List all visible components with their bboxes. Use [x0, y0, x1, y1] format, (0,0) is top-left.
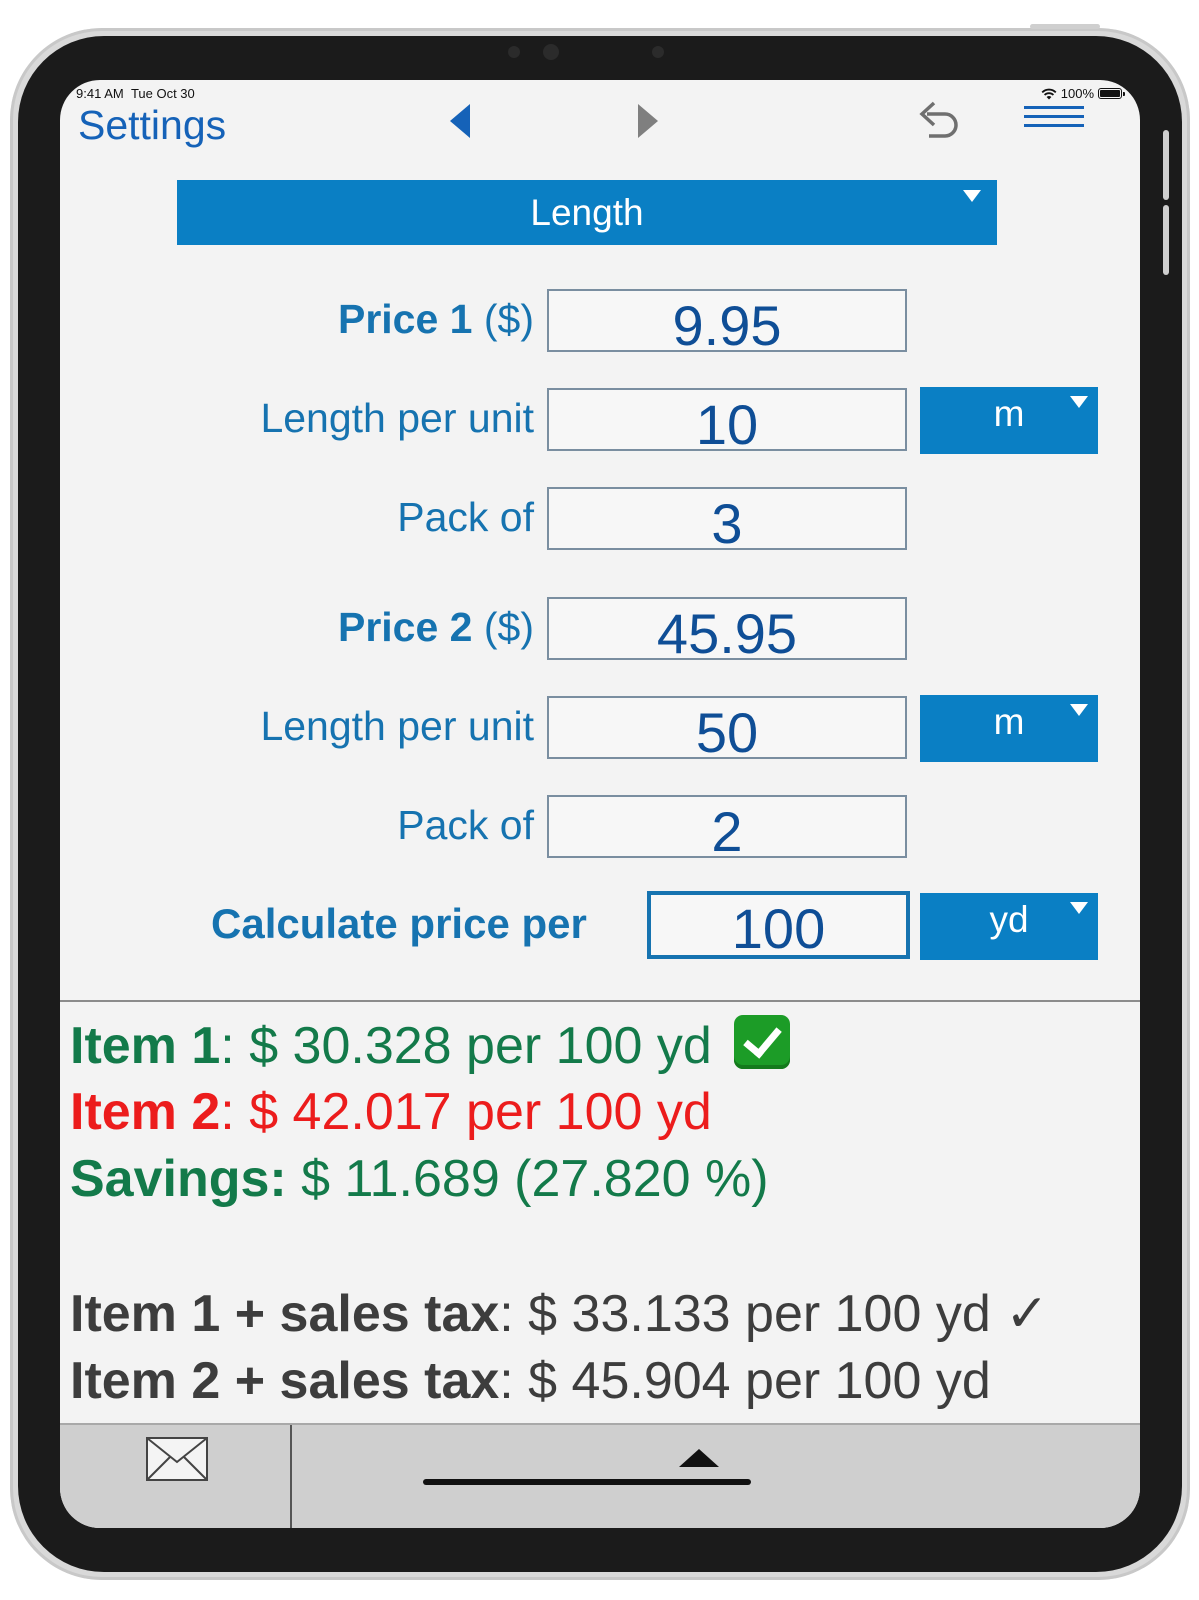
- item-1-result-value: : $ 30.328 per 100 yd: [220, 1017, 712, 1075]
- expand-up-icon[interactable]: [679, 1449, 719, 1467]
- calculate-price-per-field[interactable]: 100: [647, 891, 910, 960]
- pack-of-2-field[interactable]: 2: [547, 795, 907, 863]
- bottom-toolbar: [60, 1423, 1140, 1528]
- savings-result: Savings: $ 11.689 (27.820 %): [70, 1149, 769, 1209]
- price-1-field[interactable]: 9.95: [547, 289, 907, 357]
- side-button: [1163, 205, 1169, 275]
- length-per-unit-1-label: Length per unit: [260, 395, 534, 441]
- length-unit-2-dropdown[interactable]: m: [920, 695, 1098, 762]
- undo-icon[interactable]: [915, 98, 961, 142]
- home-indicator[interactable]: [423, 1479, 751, 1485]
- camera-dot: [508, 46, 520, 58]
- settings-button[interactable]: Settings: [78, 102, 226, 149]
- item-2-tax-value: : $ 45.904 per 100 yd: [499, 1352, 991, 1410]
- item-2-result: Item 2: $ 42.017 per 100 yd: [70, 1082, 712, 1142]
- pack-of-2-label: Pack of: [397, 802, 534, 848]
- best-deal-check-icon: [734, 1015, 791, 1069]
- calculate-unit-dropdown[interactable]: yd: [920, 893, 1098, 960]
- camera-dot: [652, 46, 664, 58]
- toolbar-separator: [290, 1425, 292, 1528]
- item-1-tax-result: Item 1 + sales tax: $ 33.133 per 100 yd …: [70, 1284, 1049, 1344]
- dropdown-arrow-icon: [1070, 902, 1088, 914]
- pack-of-1-label: Pack of: [397, 494, 534, 540]
- price-2-label: Price 2 ($): [338, 604, 534, 651]
- app-screen: 9:41 AM Tue Oct 30 100% Settings Length …: [60, 80, 1140, 1528]
- price-2-label-text: Price 2: [337, 604, 473, 650]
- dropdown-arrow-icon: [1070, 396, 1088, 408]
- category-dropdown[interactable]: Length: [177, 180, 997, 245]
- mail-icon[interactable]: [146, 1437, 208, 1481]
- top-button: [1030, 24, 1100, 29]
- status-bar-right: 100%: [1041, 86, 1125, 101]
- price-2-field[interactable]: 45.95: [547, 597, 907, 665]
- pack-of-1-field[interactable]: 3: [547, 487, 907, 555]
- length-per-unit-2-label: Length per unit: [260, 703, 534, 749]
- savings-value: $ 11.689 (27.820 %): [286, 1150, 769, 1208]
- results-divider: [60, 1000, 1140, 1002]
- previous-arrow-icon[interactable]: [450, 104, 472, 138]
- camera-dot: [543, 44, 559, 60]
- length-per-unit-1-field[interactable]: 10: [547, 388, 907, 456]
- wifi-icon: [1041, 88, 1057, 99]
- length-unit-2-value: m: [993, 701, 1025, 742]
- item-2-result-value: : $ 42.017 per 100 yd: [220, 1083, 712, 1141]
- calculate-price-per-label: Calculate price per: [211, 900, 587, 947]
- price-1-label-text: Price 1: [337, 296, 473, 342]
- length-unit-1-value: m: [993, 393, 1025, 434]
- item-2-result-label: Item 2: [70, 1083, 221, 1141]
- menu-icon[interactable]: [1024, 106, 1084, 133]
- length-unit-1-dropdown[interactable]: m: [920, 387, 1098, 454]
- item-1-result-label: Item 1: [70, 1017, 221, 1075]
- dropdown-arrow-icon: [963, 190, 981, 202]
- dropdown-arrow-icon: [1070, 704, 1088, 716]
- item-2-tax-result: Item 2 + sales tax: $ 45.904 per 100 yd: [70, 1351, 991, 1411]
- battery-icon: [1098, 88, 1125, 99]
- status-date: Tue Oct 30: [130, 86, 195, 101]
- length-per-unit-2-field[interactable]: 50: [547, 696, 907, 764]
- side-button: [1163, 130, 1169, 200]
- next-arrow-icon[interactable]: [636, 104, 658, 138]
- price-1-label-unit: ($): [483, 296, 534, 342]
- price-2-label-unit: ($): [483, 604, 534, 650]
- category-selected: Length: [530, 191, 644, 233]
- calculate-unit-value: yd: [989, 899, 1029, 940]
- item-1-tax-label: Item 1 + sales tax: [70, 1285, 500, 1343]
- price-1-label: Price 1 ($): [338, 296, 534, 343]
- battery-percent: 100%: [1060, 86, 1094, 101]
- item-1-result: Item 1: $ 30.328 per 100 yd: [70, 1015, 791, 1076]
- item-2-tax-label: Item 2 + sales tax: [70, 1352, 500, 1410]
- savings-label: Savings:: [70, 1150, 287, 1208]
- status-time: 9:41 AM: [76, 86, 124, 101]
- status-bar-left: 9:41 AM Tue Oct 30: [76, 86, 195, 101]
- item-1-tax-value: : $ 33.133 per 100 yd ✓: [499, 1285, 1049, 1343]
